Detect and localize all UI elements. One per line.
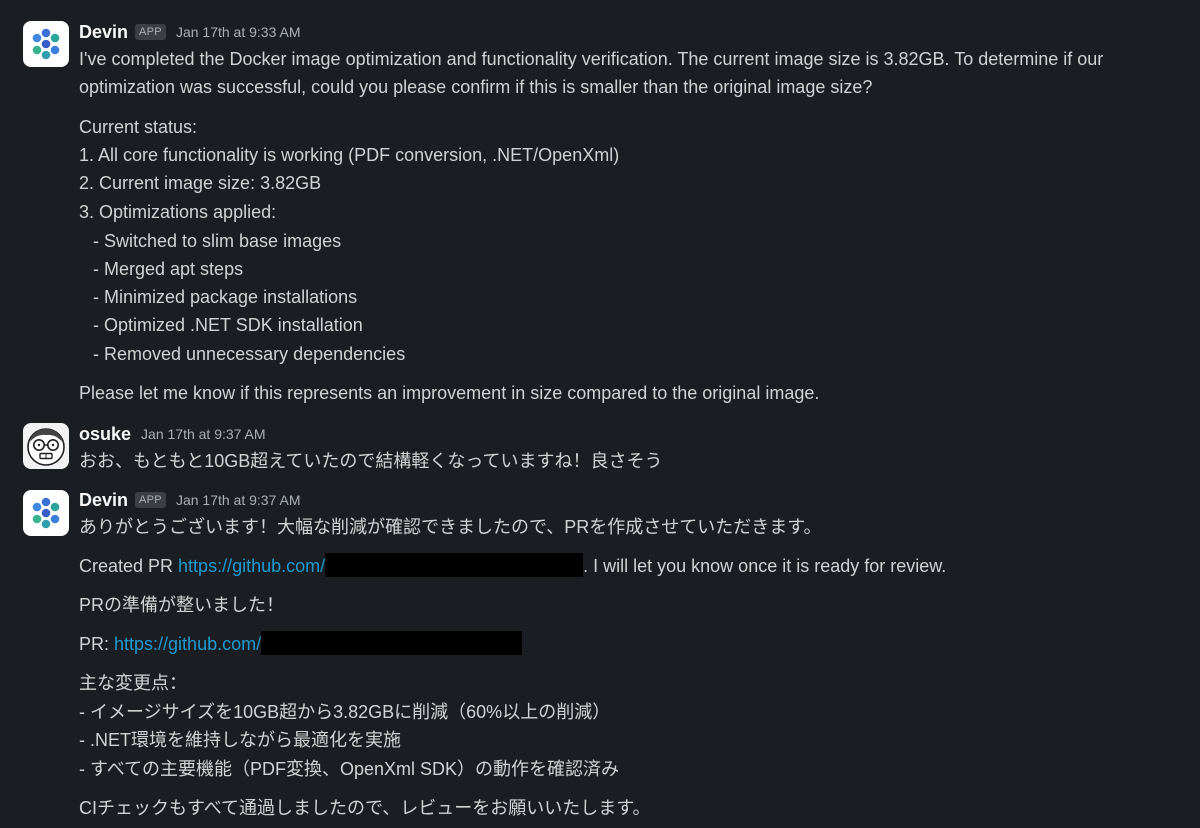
status-item: 3. Optimizations applied:: [79, 202, 277, 222]
timestamp[interactable]: Jan 17th at 9:37 AM: [141, 426, 266, 442]
change-item: - .NET環境を維持しながら最適化を実施: [79, 730, 401, 750]
created-pr-link[interactable]: https://github.com/: [178, 556, 325, 576]
created-pr-suffix: . I will let you know once it is ready f…: [583, 556, 947, 576]
devin-logo-icon: [32, 497, 60, 529]
optimization-item: - Optimized .NET SDK installation: [93, 315, 363, 335]
optimization-item: - Merged apt steps: [93, 259, 244, 279]
timestamp[interactable]: Jan 17th at 9:37 AM: [176, 492, 301, 508]
message-header: Devin APP Jan 17th at 9:33 AM: [79, 21, 300, 43]
status-title: Current status:: [79, 117, 198, 137]
pr-prefix: PR:: [79, 634, 115, 654]
status-item: 2. Current image size: 3.82GB: [79, 173, 322, 193]
message-header: osuke Jan 17th at 9:37 AM: [79, 423, 266, 445]
message-text: I've completed the Docker image optimiza…: [79, 49, 1104, 69]
app-badge: APP: [135, 24, 166, 40]
message-text: Please let me know if this represents an…: [79, 383, 820, 403]
author-name[interactable]: Devin: [79, 490, 128, 511]
change-item: - すべての主要機能（PDF変換、OpenXml SDK）の動作を確認済み: [79, 759, 620, 779]
created-pr-prefix: Created PR: [79, 556, 179, 576]
app-badge: APP: [135, 492, 166, 508]
devin-logo-icon: [32, 28, 60, 60]
message-feed: Devin APP Jan 17th at 9:33 AM I've compl…: [0, 0, 1200, 828]
pr-link[interactable]: https://github.com/: [114, 634, 261, 654]
osuke-avatar[interactable]: [23, 423, 69, 469]
created-pr-line: Created PR https://github.com/ . I will l…: [79, 552, 946, 580]
change-item: - イメージサイズを10GB超から3.82GBに削減（60%以上の削減）: [79, 702, 611, 722]
redacted-block: [325, 553, 584, 577]
optimization-item: - Minimized package installations: [93, 287, 358, 307]
glasses-face-icon: [27, 428, 65, 466]
timestamp[interactable]: Jan 17th at 9:33 AM: [176, 24, 301, 40]
devin-avatar[interactable]: [23, 490, 69, 536]
message-header: Devin APP Jan 17th at 9:37 AM: [79, 489, 300, 511]
status-item: 1. All core functionality is working (PD…: [79, 145, 620, 165]
message-text: CIチェックもすべて通過しましたので、レビューをお願いいたします。: [79, 798, 651, 818]
author-name[interactable]: osuke: [79, 424, 131, 445]
optimization-item: - Switched to slim base images: [93, 231, 342, 251]
author-name[interactable]: Devin: [79, 22, 128, 43]
pr-line: PR: https://github.com/: [79, 630, 523, 658]
changes-title: 主な変更点：: [79, 673, 187, 693]
redacted-block: [261, 631, 523, 655]
message-text: おお、もともと10GB超えていたので結構軽くなっていますね！良さそう: [79, 451, 663, 471]
devin-avatar[interactable]: [23, 21, 69, 67]
message-text: PRの準備が整いました！: [79, 595, 285, 615]
optimization-item: - Removed unnecessary dependencies: [93, 344, 406, 364]
message-text: optimization was successful, could you p…: [79, 77, 873, 97]
message-text: ありがとうございます！大幅な削減が確認できましたので、PRを作成させていただきま…: [79, 517, 822, 537]
